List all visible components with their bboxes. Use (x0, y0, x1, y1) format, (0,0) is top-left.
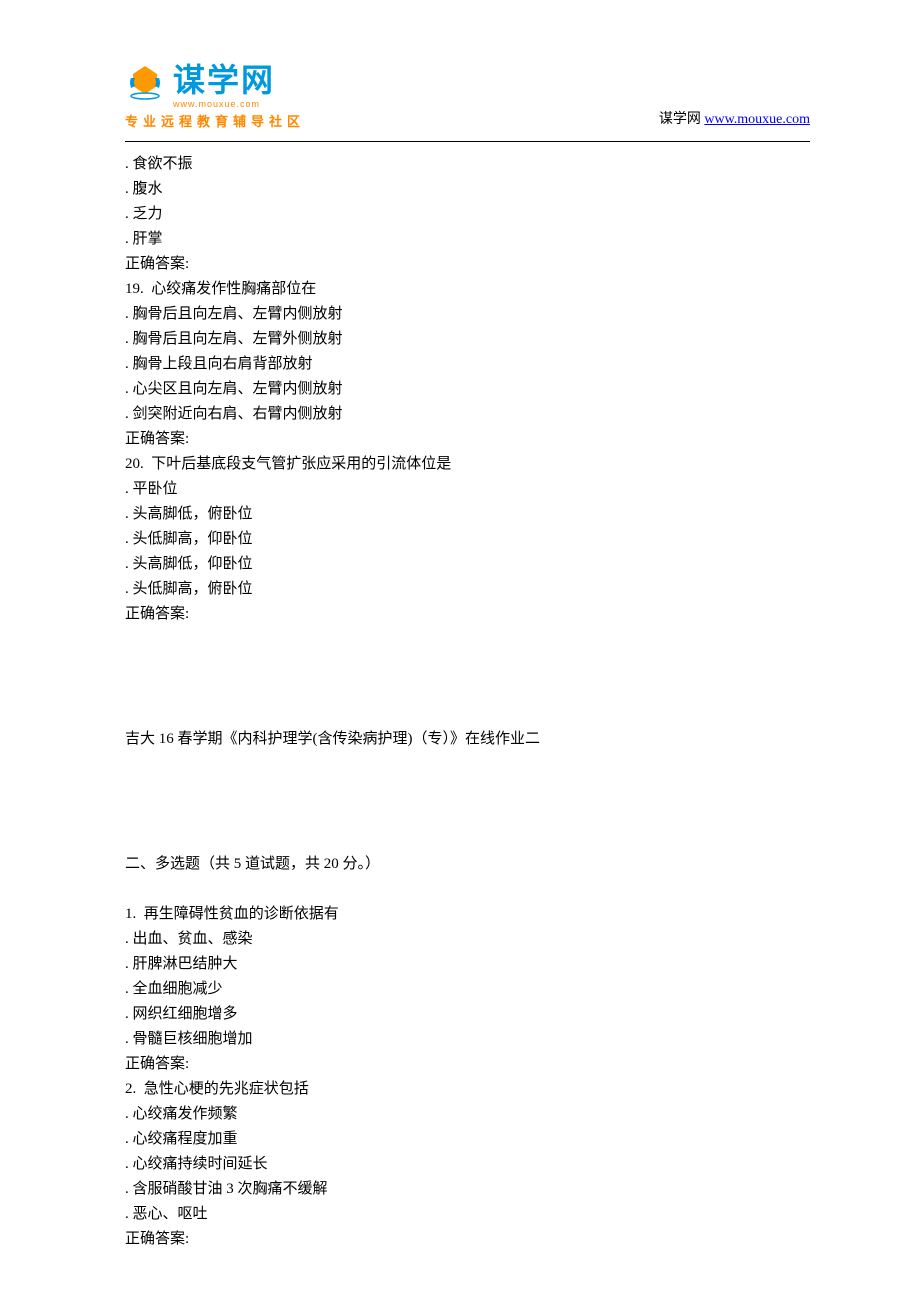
blank-line (125, 827, 810, 852)
page-header: 谋学网 www.mouxue.com 专业远程教育辅导社区 谋学网 www.mo… (0, 0, 920, 135)
text-line: . 胸骨后且向左肩、左臂外侧放射 (125, 327, 810, 352)
text-line: . 心尖区且向左肩、左臂内侧放射 (125, 377, 810, 402)
text-line: 正确答案: (125, 427, 810, 452)
logo: 谋学网 www.mouxue.com 专业远程教育辅导社区 (125, 55, 305, 130)
text-line: . 乏力 (125, 202, 810, 227)
blank-line (125, 652, 810, 677)
logo-top: 谋学网 www.mouxue.com (125, 55, 305, 109)
blank-line (125, 627, 810, 652)
text-line: . 恶心、呕吐 (125, 1202, 810, 1227)
text-line: . 全血细胞减少 (125, 977, 810, 1002)
text-line: 2. 急性心梗的先兆症状包括 (125, 1077, 810, 1102)
text-line: 正确答案: (125, 602, 810, 627)
blank-line (125, 777, 810, 802)
header-right-text: 谋学网 (659, 112, 705, 127)
text-line: 19. 心绞痛发作性胸痛部位在 (125, 277, 810, 302)
document-content: . 食欲不振. 腹水. 乏力. 肝掌正确答案:19. 心绞痛发作性胸痛部位在. … (0, 142, 920, 1252)
text-line: 正确答案: (125, 1052, 810, 1077)
text-line: . 心绞痛程度加重 (125, 1127, 810, 1152)
text-line: 正确答案: (125, 252, 810, 277)
text-line: 吉大 16 春学期《内科护理学(含传染病护理)（专）》在线作业二 (125, 727, 810, 752)
text-line: 1. 再生障碍性贫血的诊断依据有 (125, 902, 810, 927)
blank-line (125, 877, 810, 902)
blank-line (125, 677, 810, 702)
text-line: . 肝脾淋巴结肿大 (125, 952, 810, 977)
blank-line (125, 702, 810, 727)
text-line: . 胸骨后且向左肩、左臂内侧放射 (125, 302, 810, 327)
text-line: . 食欲不振 (125, 152, 810, 177)
text-line: . 胸骨上段且向右肩背部放射 (125, 352, 810, 377)
text-line: . 腹水 (125, 177, 810, 202)
text-line: 20. 下叶后基底段支气管扩张应采用的引流体位是 (125, 452, 810, 477)
text-line: . 心绞痛持续时间延长 (125, 1152, 810, 1177)
text-line: . 骨髓巨核细胞增加 (125, 1027, 810, 1052)
text-line: . 头低脚高，仰卧位 (125, 527, 810, 552)
text-line: . 头高脚低，俯卧位 (125, 502, 810, 527)
text-line: 二、多选题（共 5 道试题，共 20 分。） (125, 852, 810, 877)
text-line: . 肝掌 (125, 227, 810, 252)
text-line: . 剑突附近向右肩、右臂内侧放射 (125, 402, 810, 427)
text-line: . 含服硝酸甘油 3 次胸痛不缓解 (125, 1177, 810, 1202)
text-line: . 头低脚高，俯卧位 (125, 577, 810, 602)
logo-url-text: www.mouxue.com (173, 99, 275, 109)
header-right: 谋学网 www.mouxue.com (659, 108, 810, 130)
text-line: . 头高脚低，仰卧位 (125, 552, 810, 577)
text-line: . 出血、贫血、感染 (125, 927, 810, 952)
text-line: . 网织红细胞增多 (125, 1002, 810, 1027)
text-line: . 心绞痛发作频繁 (125, 1102, 810, 1127)
text-line: 正确答案: (125, 1227, 810, 1252)
blank-line (125, 802, 810, 827)
logo-text-block: 谋学网 www.mouxue.com (173, 55, 275, 109)
text-line: . 平卧位 (125, 477, 810, 502)
logo-brand-text: 谋学网 (173, 55, 275, 101)
blank-line (125, 752, 810, 777)
header-link[interactable]: www.mouxue.com (704, 112, 810, 127)
logo-tagline: 专业远程教育辅导社区 (125, 111, 305, 130)
logo-icon (125, 64, 165, 100)
